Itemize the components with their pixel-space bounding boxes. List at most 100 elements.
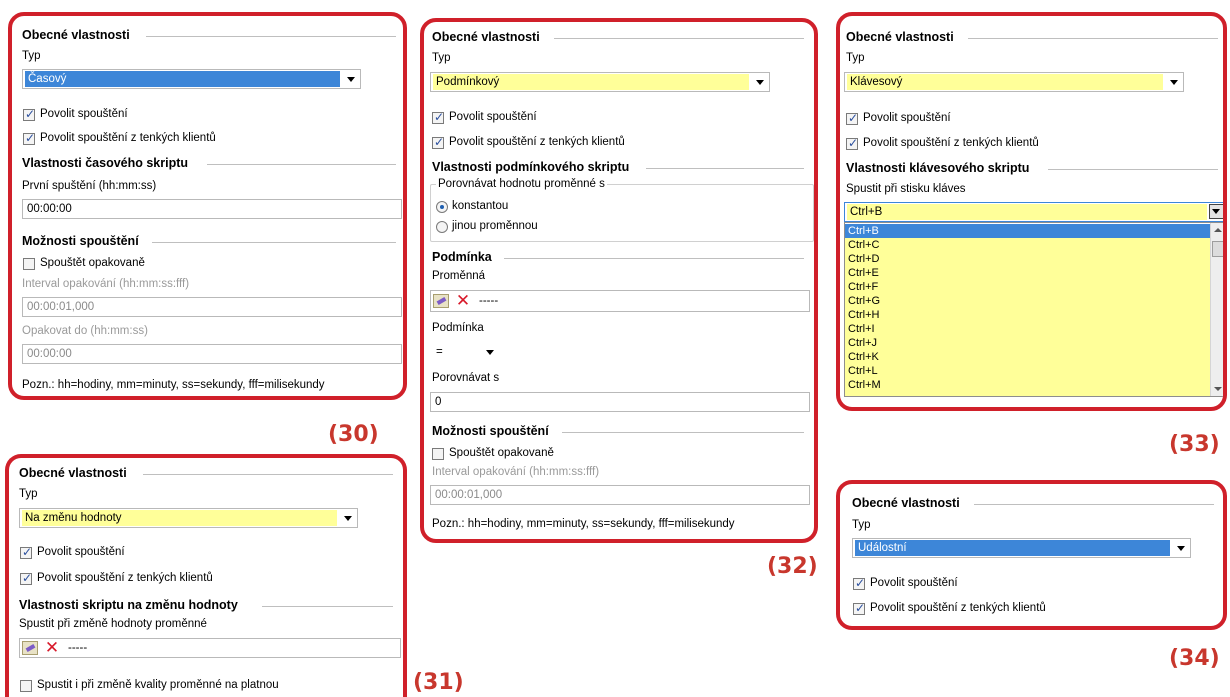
list-item[interactable]: Ctrl+F: [845, 280, 1211, 294]
variable-value: -----: [479, 295, 499, 307]
keys-listbox[interactable]: Ctrl+B Ctrl+C Ctrl+D Ctrl+E Ctrl+F Ctrl+…: [844, 222, 1223, 397]
chevron-down-icon[interactable]: [341, 511, 355, 525]
list-item[interactable]: Ctrl+H: [845, 308, 1211, 322]
until-input[interactable]: 00:00:00: [22, 344, 402, 364]
quality-label: Spustit i při změně kvality proměnné na …: [37, 679, 279, 691]
constant-label: konstantou: [452, 200, 509, 212]
chevron-down-icon[interactable]: [1174, 541, 1188, 555]
keys-label: Spustit při stisku kláves: [846, 183, 966, 195]
type-dropdown[interactable]: Časový: [22, 69, 361, 89]
list-item[interactable]: Ctrl+M: [845, 378, 1211, 396]
section-title-general: Obecné vlastnosti: [19, 466, 127, 480]
enable-run-checkbox[interactable]: [23, 107, 35, 121]
enable-thin-checkbox[interactable]: [853, 601, 865, 615]
type-dropdown-value: Na změnu hodnoty: [22, 510, 337, 526]
list-item[interactable]: Ctrl+L: [845, 364, 1211, 378]
scroll-up-icon[interactable]: [1214, 228, 1222, 232]
compare-group-label: Porovnávat hodnotu proměnné s: [436, 178, 607, 190]
divider: [554, 38, 804, 39]
type-label: Typ: [846, 52, 865, 64]
first-run-label: První spuštění (hh:mm:ss): [22, 180, 157, 192]
figure-tag-32: (32): [767, 554, 818, 579]
clear-variable-button[interactable]: ✕: [42, 639, 62, 657]
list-item[interactable]: Ctrl+D: [845, 252, 1211, 266]
repeat-checkbox[interactable]: [23, 258, 35, 270]
enable-thin-label: Povolit spouštění z tenkých klientů: [449, 136, 625, 148]
enable-thin-label: Povolit spouštění z tenkých klientů: [40, 132, 216, 144]
scrollbar-thumb[interactable]: [1212, 241, 1223, 257]
type-dropdown[interactable]: Událostní: [852, 538, 1191, 558]
wand-icon: [433, 294, 449, 308]
enable-run-checkbox[interactable]: [846, 111, 858, 125]
type-label: Typ: [852, 519, 871, 531]
note-text: Pozn.: hh=hodiny, mm=minuty, ss=sekundy,…: [432, 518, 735, 530]
chevron-down-icon[interactable]: [344, 72, 358, 86]
first-run-input[interactable]: 00:00:00: [22, 199, 402, 219]
list-item[interactable]: Ctrl+E: [845, 266, 1211, 280]
interval-label: Interval opakování (hh:mm:ss:fff): [22, 278, 190, 290]
enable-run-label: Povolit spouštění: [870, 577, 958, 589]
panel-event-script: Obecné vlastnosti Typ Událostní Povolit …: [836, 480, 1227, 630]
list-item[interactable]: Ctrl+J: [845, 336, 1211, 350]
divider: [1048, 169, 1218, 170]
enable-thin-label: Povolit spouštění z tenkých klientů: [870, 602, 1046, 614]
enable-thin-checkbox[interactable]: [20, 571, 32, 585]
interval-label: Interval opakování (hh:mm:ss:fff): [432, 466, 600, 478]
variable-picker[interactable]: ✕ -----: [19, 638, 401, 658]
other-variable-label: jinou proměnnou: [452, 220, 538, 232]
condition-operator-dropdown[interactable]: =: [430, 342, 500, 362]
type-dropdown[interactable]: Na změnu hodnoty: [19, 508, 358, 528]
chevron-down-icon[interactable]: [753, 75, 767, 89]
enable-thin-checkbox[interactable]: [23, 131, 35, 145]
compare-with-input[interactable]: 0: [430, 392, 810, 412]
list-item[interactable]: Ctrl+K: [845, 350, 1211, 364]
type-dropdown[interactable]: Klávesový: [844, 72, 1184, 92]
listbox-scrollbar[interactable]: [1210, 223, 1223, 396]
chevron-down-icon[interactable]: [1209, 204, 1223, 219]
enable-thin-checkbox[interactable]: [432, 135, 444, 149]
chevron-down-icon[interactable]: [483, 345, 497, 359]
divider: [974, 504, 1214, 505]
wand-icon: [22, 641, 38, 655]
variable-label: Proměnná: [432, 270, 486, 282]
constant-radio[interactable]: [436, 201, 448, 213]
figure-tag-34: (34): [1169, 646, 1220, 671]
quality-checkbox[interactable]: [20, 680, 32, 692]
other-variable-radio[interactable]: [436, 221, 448, 233]
panel-condition-script: Obecné vlastnosti Typ Podmínkový Povolit…: [420, 18, 818, 543]
keys-dropdown-value: Ctrl+B: [847, 204, 1207, 220]
repeat-checkbox[interactable]: [432, 448, 444, 460]
enable-thin-label: Povolit spouštění z tenkých klientů: [863, 137, 1039, 149]
chevron-down-icon[interactable]: [1167, 75, 1181, 89]
enable-thin-checkbox[interactable]: [846, 136, 858, 150]
scroll-down-icon[interactable]: [1214, 387, 1222, 391]
divider: [152, 242, 396, 243]
figure-tag-33: (33): [1169, 432, 1220, 457]
list-item[interactable]: Ctrl+B: [845, 224, 1211, 238]
interval-input[interactable]: 00:00:01,000: [22, 297, 402, 317]
enable-run-checkbox[interactable]: [20, 545, 32, 559]
interval-input[interactable]: 00:00:01,000: [430, 485, 810, 505]
list-item[interactable]: Ctrl+C: [845, 238, 1211, 252]
enable-run-label: Povolit spouštění: [449, 111, 537, 123]
enable-run-checkbox[interactable]: [853, 576, 865, 590]
section-title-run-options: Možnosti spouštění: [22, 234, 139, 248]
clear-variable-button[interactable]: ✕: [453, 292, 473, 310]
enable-thin-label: Povolit spouštění z tenkých klientů: [37, 572, 213, 584]
section-title-properties: Vlastnosti klávesového skriptu: [846, 161, 1030, 175]
section-title-general: Obecné vlastnosti: [846, 30, 954, 44]
section-title-general: Obecné vlastnosti: [22, 28, 130, 42]
list-item[interactable]: Ctrl+G: [845, 294, 1211, 308]
enable-run-checkbox[interactable]: [432, 110, 444, 124]
list-item[interactable]: Ctrl+I: [845, 322, 1211, 336]
variable-value: -----: [68, 642, 88, 654]
close-icon: ✕: [455, 291, 471, 311]
compare-with-label: Porovnávat s: [432, 372, 500, 384]
select-variable-button[interactable]: [20, 639, 40, 657]
variable-picker[interactable]: ✕ -----: [430, 290, 810, 312]
type-dropdown[interactable]: Podmínkový: [430, 72, 770, 92]
divider: [646, 168, 804, 169]
keys-dropdown[interactable]: Ctrl+B: [844, 202, 1223, 222]
select-variable-button[interactable]: [431, 292, 451, 310]
enable-run-label: Povolit spouštění: [863, 112, 951, 124]
